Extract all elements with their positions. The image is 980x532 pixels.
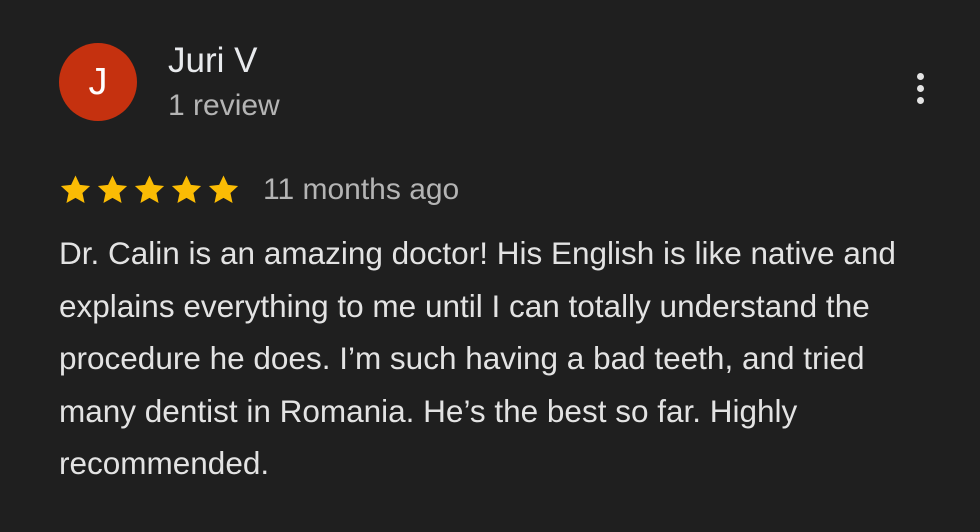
avatar[interactable]: J [59, 43, 137, 121]
star-rating [58, 173, 241, 207]
reviewer-name[interactable]: Juri V [168, 38, 257, 84]
review-card: J Juri V 1 review 11 months ago Dr. Cali… [0, 0, 980, 532]
review-timestamp: 11 months ago [263, 173, 460, 206]
more-vert-icon [916, 72, 924, 80]
star-icon [171, 175, 202, 204]
star-icon [208, 175, 239, 204]
star-icon [134, 175, 165, 204]
star-icon [97, 175, 128, 204]
reviewer-review-count: 1 review [168, 89, 280, 122]
star-icon [60, 175, 91, 204]
more-vert-icon-dot-3 [916, 96, 924, 104]
review-text: Dr. Calin is an amazing doctor! His Engl… [59, 235, 896, 481]
more-options-button[interactable] [900, 64, 940, 112]
rating-row: 11 months ago [58, 170, 459, 210]
more-vert-icon-dot-2 [916, 84, 924, 92]
